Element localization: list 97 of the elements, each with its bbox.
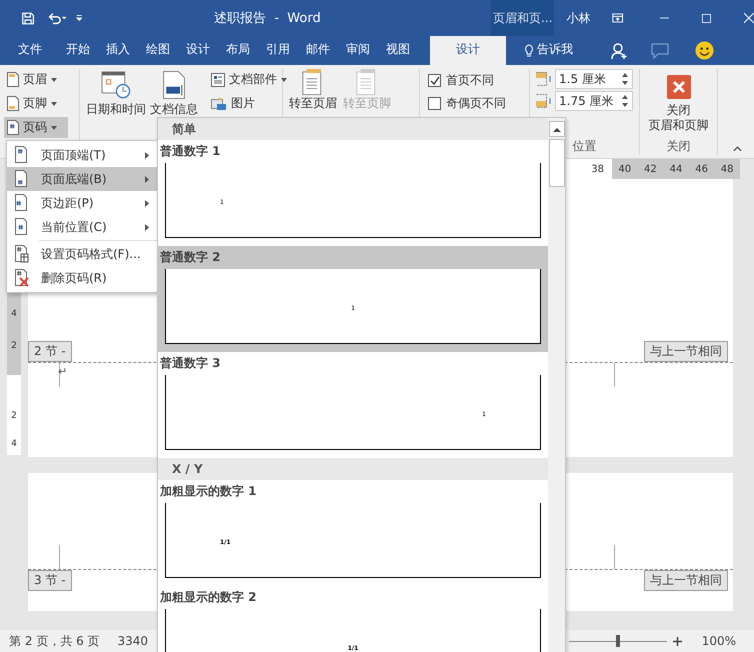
section-label: 3 节 - bbox=[28, 570, 72, 591]
scrollbar-thumb[interactable] bbox=[548, 139, 564, 187]
ribbon-dropdown-button[interactable]: 页码 bbox=[4, 117, 68, 138]
user-name[interactable]: 小林 bbox=[566, 10, 590, 26]
close-icon[interactable] bbox=[744, 12, 754, 24]
checkbox[interactable]: 奇偶页不同 bbox=[428, 95, 506, 112]
ribbon-tab[interactable]: 开始 bbox=[58, 36, 98, 65]
section-label: 2 节 - bbox=[28, 341, 72, 362]
menu-item[interactable]: 页边距(P) bbox=[7, 191, 157, 215]
zoom-slider-thumb[interactable] bbox=[616, 635, 620, 647]
document-info-icon bbox=[161, 71, 187, 99]
ribbon-dropdown-button[interactable]: 页眉 bbox=[4, 69, 79, 90]
spin-arrows-icon[interactable] bbox=[622, 73, 628, 85]
ribbon-display-icon[interactable] bbox=[612, 12, 624, 24]
scrollbar[interactable] bbox=[548, 118, 565, 652]
zoom-in-icon[interactable] bbox=[672, 636, 682, 646]
close-header-footer-button[interactable]: 关闭 页眉和页脚 bbox=[640, 69, 717, 133]
smiley-icon[interactable] bbox=[695, 41, 714, 60]
margin-position-icon bbox=[536, 94, 552, 108]
add-person-icon[interactable] bbox=[611, 42, 629, 60]
word-count[interactable]: 3340 bbox=[118, 634, 148, 648]
menu-item[interactable]: 页面顶端(T) bbox=[7, 143, 157, 167]
scroll-up-icon[interactable] bbox=[552, 126, 560, 132]
document-parts-icon bbox=[211, 72, 225, 86]
caret-icon bbox=[51, 126, 57, 130]
page-number-icon bbox=[13, 269, 29, 287]
page-number-icon bbox=[13, 245, 29, 263]
caret-icon bbox=[51, 78, 57, 82]
ruler-number: 2 bbox=[11, 341, 17, 351]
ribbon-tab[interactable]: 引用 bbox=[258, 36, 298, 65]
ruler-number: 38 bbox=[591, 164, 604, 174]
paragraph-mark: ↵ bbox=[58, 365, 68, 378]
ribbon-tab[interactable]: 插入 bbox=[98, 36, 138, 65]
ruler-number: 4 bbox=[11, 439, 17, 449]
calendar-clock-icon bbox=[101, 71, 131, 99]
ruler-number: 2 bbox=[11, 411, 17, 421]
minimize-icon[interactable] bbox=[660, 17, 670, 19]
header-icon bbox=[7, 72, 19, 87]
undo-icon[interactable] bbox=[48, 10, 68, 26]
customize-caret-icon[interactable] bbox=[76, 14, 82, 22]
page-count[interactable]: 第 2 页，共 6 页 bbox=[9, 632, 100, 650]
ribbon-tab[interactable]: 设计 bbox=[430, 36, 506, 65]
tell-me-search[interactable]: 告诉我 bbox=[537, 36, 573, 65]
picture-icon bbox=[211, 96, 227, 110]
ribbon-tab[interactable]: 审阅 bbox=[338, 36, 378, 65]
spin-field[interactable]: 1.75 厘米 bbox=[555, 91, 633, 111]
ribbon-tab[interactable]: 文件 bbox=[10, 36, 50, 65]
menu-item[interactable]: 设置页码格式(F)... bbox=[7, 242, 157, 266]
page-number-icon bbox=[13, 194, 29, 212]
ribbon-tab[interactable]: 邮件 bbox=[298, 36, 338, 65]
ribbon-tab[interactable]: 绘图 bbox=[138, 36, 178, 65]
lightbulb-icon[interactable] bbox=[524, 44, 534, 58]
ribbon-dropdown-button[interactable]: 页脚 bbox=[4, 93, 79, 114]
menu-item[interactable]: 页面底端(B) bbox=[7, 167, 157, 191]
ruler-number: 44 bbox=[670, 164, 682, 174]
menu-item[interactable]: 删除页码(R) bbox=[7, 266, 157, 290]
contextual-tab-title: 页眉和页... bbox=[491, 0, 554, 36]
ruler-number: 42 bbox=[644, 164, 657, 174]
maximize-icon[interactable] bbox=[702, 12, 712, 24]
same-as-previous-label: 与上一节相同 bbox=[644, 570, 728, 591]
checkmark-icon bbox=[430, 76, 440, 86]
ribbon-tab[interactable]: 视图 bbox=[378, 36, 418, 65]
ruler-number: 4 bbox=[11, 309, 17, 319]
gallery-group-heading: X / Y bbox=[158, 458, 548, 480]
page-header-icon bbox=[302, 69, 324, 95]
page-number-icon bbox=[7, 120, 19, 135]
ruler-number: 46 bbox=[695, 164, 708, 174]
ribbon-button[interactable]: 图片 bbox=[208, 93, 290, 114]
page-header-icon bbox=[356, 69, 378, 95]
zoom-level[interactable]: 100% bbox=[702, 634, 736, 648]
page-number-icon bbox=[13, 170, 29, 188]
close-icon bbox=[666, 75, 690, 99]
comment-icon[interactable] bbox=[651, 42, 669, 58]
ruler-number: 48 bbox=[720, 164, 734, 174]
page-number-icon bbox=[13, 218, 29, 236]
caret-icon bbox=[51, 102, 57, 106]
group-label: 关闭 bbox=[666, 138, 692, 155]
footer-icon bbox=[7, 96, 19, 111]
ruler-number: 40 bbox=[618, 164, 632, 174]
checkbox[interactable]: 首页不同 bbox=[428, 72, 494, 89]
ribbon-tab[interactable]: 布局 bbox=[218, 36, 258, 65]
spin-field[interactable]: 1.5 厘米 bbox=[555, 69, 633, 89]
menu-item[interactable]: 当前位置(C) bbox=[7, 215, 157, 239]
spin-arrows-icon[interactable] bbox=[622, 95, 628, 107]
page-number-icon bbox=[13, 146, 29, 164]
large-ribbon-button[interactable]: 文档信息 bbox=[150, 69, 198, 118]
save-icon[interactable] bbox=[22, 10, 34, 26]
margin-position-icon bbox=[536, 72, 552, 86]
same-as-previous-label: 与上一节相同 bbox=[644, 341, 728, 362]
window-title: 述职报告 - Word bbox=[214, 10, 322, 27]
large-ribbon-button[interactable]: 转至页眉 bbox=[289, 69, 337, 112]
large-ribbon-button[interactable]: 日期和时间 bbox=[86, 69, 146, 118]
gallery-group-heading: 简单 bbox=[158, 118, 548, 140]
group-label: 位置 bbox=[572, 138, 598, 155]
collapse-ribbon-icon[interactable] bbox=[733, 146, 742, 152]
ribbon-tab[interactable]: 设计 bbox=[178, 36, 218, 65]
ribbon-button[interactable]: 文档部件 bbox=[208, 69, 290, 90]
